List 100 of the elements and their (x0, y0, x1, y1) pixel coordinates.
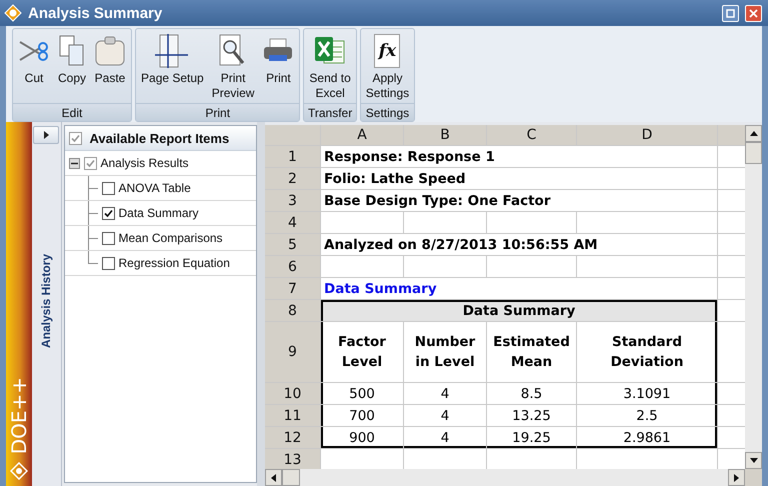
checkbox[interactable] (102, 182, 114, 194)
table-cell (718, 300, 745, 321)
table-cell (718, 383, 745, 404)
page-setup-icon (155, 34, 190, 68)
ribbon-button[interactable]: Cut (15, 31, 53, 103)
table-cell: 19.25 (487, 427, 576, 448)
table-cell: 8.5 (487, 383, 576, 404)
row-header: 5 (265, 234, 320, 255)
table-cell: 4 (404, 383, 486, 404)
sheet-text: Folio: Lathe Speed (321, 168, 717, 189)
row-header: 6 (265, 256, 320, 277)
table-cell: 700 (321, 405, 403, 426)
ribbon-button[interactable]: Print (259, 31, 298, 103)
scroll-thumb[interactable] (282, 469, 300, 486)
row-header: 3 (265, 190, 320, 211)
ribbon-button[interactable]: fx Apply Settings (362, 31, 412, 103)
table-cell: 2.9861 (577, 427, 717, 448)
tree-item[interactable]: Regression Equation (118, 256, 230, 270)
tree-item[interactable]: Analysis Results (100, 156, 189, 170)
table-cell: 900 (321, 427, 403, 448)
arrow-up-icon (750, 131, 758, 136)
arrow-down-icon (750, 458, 758, 463)
group-label: Print (136, 103, 300, 121)
checkbox[interactable] (102, 206, 114, 220)
close-icon (749, 8, 758, 18)
sheet-text: Response: Response 1 (321, 146, 717, 167)
table-cell: 3.1091 (577, 383, 717, 404)
table-cell (718, 190, 745, 211)
tree-item[interactable]: Mean Comparisons (118, 231, 223, 245)
app-logo-icon (4, 4, 22, 22)
table-cell (718, 427, 745, 448)
row-header: 8 (265, 300, 320, 321)
table-cell (718, 256, 745, 277)
function-icon: fx (374, 34, 400, 68)
table-cell: 2.5 (577, 405, 717, 426)
tree-branch-icon (88, 201, 98, 225)
ribbon-button[interactable]: Copy (55, 31, 90, 103)
column-heading: Estimated Mean (487, 322, 576, 382)
vertical-scrollbar[interactable] (745, 125, 762, 469)
table-cell: 13.25 (487, 405, 576, 426)
table-cell (718, 146, 745, 167)
tree-item[interactable]: Data Summary (118, 206, 199, 220)
app-logo-icon (10, 462, 28, 480)
table-cell (718, 168, 745, 189)
expand-button[interactable] (33, 126, 60, 144)
ribbon-button[interactable]: Page Setup (138, 31, 207, 103)
checkbox[interactable] (84, 156, 96, 170)
table-cell (718, 278, 745, 299)
scrollbar-corner (745, 469, 762, 486)
history-title[interactable]: Analysis History (39, 254, 54, 348)
collapse-toggle[interactable] (68, 158, 80, 168)
row-header: 9 (265, 322, 320, 382)
column-heading: Standard Deviation (577, 322, 717, 382)
row-header: 4 (265, 212, 320, 233)
clipboard-icon (94, 35, 126, 67)
corner-cell[interactable] (265, 125, 320, 145)
scroll-thumb[interactable] (745, 142, 762, 164)
table-cell (718, 449, 745, 469)
arrow-right-icon (734, 474, 739, 482)
ribbon-button[interactable]: Paste (91, 31, 130, 103)
column-header: D (577, 125, 717, 145)
checkbox[interactable] (68, 132, 82, 144)
ribbon-button[interactable]: Send to Excel (306, 31, 354, 103)
horizontal-scrollbar[interactable] (265, 469, 762, 486)
column-header: B (404, 125, 486, 145)
row-header: 11 (265, 405, 320, 426)
row-header: 10 (265, 383, 320, 404)
row-header: 12 (265, 427, 320, 448)
tree-item[interactable]: ANOVA Table (118, 181, 191, 195)
arrow-left-icon (271, 474, 276, 482)
column-heading: Factor Level (321, 322, 403, 382)
table-cell (718, 234, 745, 255)
arrow-right-icon (44, 131, 49, 139)
check-icon (104, 208, 112, 218)
row-header: 1 (265, 146, 320, 167)
maximize-button[interactable] (722, 4, 739, 22)
sheet-text: Base Design Type: One Factor (321, 190, 717, 211)
table-cell: 4 (404, 405, 486, 426)
section-heading: Data Summary (321, 278, 717, 299)
checkbox[interactable] (102, 256, 114, 270)
group-label: Transfer (304, 103, 356, 121)
column-heading: Number in Level (404, 322, 486, 382)
check-icon (86, 158, 94, 168)
checkbox[interactable] (102, 232, 114, 244)
copy-icon (59, 35, 85, 67)
group-label: Edit (13, 103, 132, 121)
maximize-icon (726, 8, 735, 18)
column-header: C (487, 125, 576, 145)
sheet-text: Analyzed on 8/27/2013 10:56:55 AM (321, 234, 717, 255)
ribbon-button[interactable]: Print Preview (208, 31, 258, 103)
table-title: Data Summary (321, 300, 717, 321)
table-cell: 4 (404, 427, 486, 448)
row-header: 2 (265, 168, 320, 189)
row-header: 13 (265, 449, 320, 469)
close-button[interactable] (745, 4, 762, 22)
window-title: Analysis Summary (28, 4, 164, 22)
table-cell (718, 405, 745, 426)
group-label: Settings (360, 103, 414, 121)
check-icon (70, 134, 80, 142)
table-cell (718, 212, 745, 233)
